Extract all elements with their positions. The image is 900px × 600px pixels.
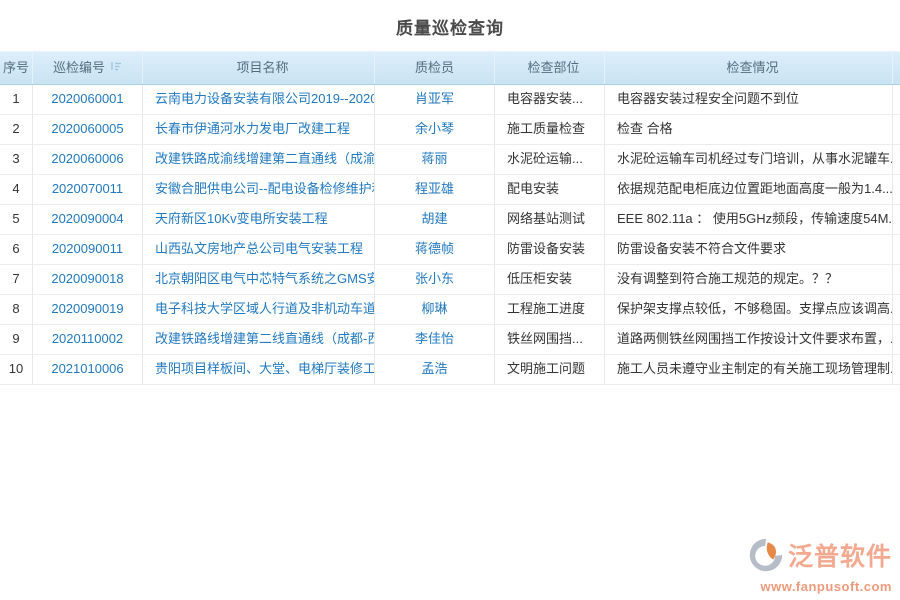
inspection-situation-cell: 电容器安装过程安全问题不到位 [605,85,893,114]
project-name-link[interactable]: 天府新区10Kv变电所安装工程 [143,205,375,234]
project-name-link[interactable]: 长春市伊通河水力发电厂改建工程 [143,115,375,144]
table-header-row: 序号 巡检编号 项目名称 质检员 检查部位 检查情况 [0,51,900,85]
project-name-link[interactable]: 安徽合肥供电公司--配电设备检修维护和 [143,175,375,204]
header-inspection-number[interactable]: 巡检编号 [33,52,143,84]
clipped-cell [893,295,900,324]
inspection-part-cell: 电容器安装... [495,85,605,114]
inspection-part-cell: 防雷设备安装 [495,235,605,264]
inspection-situation-cell: EEE 802.11a ： 使用5GHz频段，传输速度54M... [605,205,893,234]
table-row[interactable]: 9 2020110002 改建铁路线增建第二线直通线（成都-西 李佳怡 铁丝网围… [0,325,900,355]
inspection-situation-cell: 施工人员未遵守业主制定的有关施工现场管理制... [605,355,893,384]
inspection-part-cell: 网络基站测试 [495,205,605,234]
inspector-link[interactable]: 张小东 [375,265,495,294]
inspector-link[interactable]: 李佳怡 [375,325,495,354]
row-seq: 1 [0,85,33,114]
inspection-situation-cell: 检查 合格 [605,115,893,144]
inspection-number-link[interactable]: 2020070011 [33,175,143,204]
project-name-link[interactable]: 改建铁路线增建第二线直通线（成都-西 [143,325,375,354]
inspection-part-cell: 工程施工进度 [495,295,605,324]
table-row[interactable]: 3 2020060006 改建铁路成渝线增建第二直通线（成渝 蒋丽 水泥砼运输.… [0,145,900,175]
inspection-situation-cell: 防雷设备安装不符合文件要求 [605,235,893,264]
clipped-cell [893,325,900,354]
inspection-number-link[interactable]: 2020090004 [33,205,143,234]
row-seq: 7 [0,265,33,294]
row-seq: 5 [0,205,33,234]
inspection-situation-cell: 没有调整到符合施工规范的规定。？？ [605,265,893,294]
row-seq: 6 [0,235,33,264]
inspector-link[interactable]: 程亚雄 [375,175,495,204]
header-inspection-number-label: 巡检编号 [53,60,105,75]
inspector-link[interactable]: 蒋德帧 [375,235,495,264]
table-body: 1 2020060001 云南电力设备安装有限公司2019--2020 肖亚军 … [0,85,900,385]
header-inspection-part: 检查部位 [495,52,605,84]
page-title: 质量巡检查询 [0,0,900,51]
header-clipped-column [893,52,900,84]
inspection-number-link[interactable]: 2020090019 [33,295,143,324]
inspection-situation-cell: 水泥砼运输车司机经过专门培训，从事水泥罐车... [605,145,893,174]
inspection-part-cell: 施工质量检查 [495,115,605,144]
clipped-cell [893,235,900,264]
table-row[interactable]: 6 2020090011 山西弘文房地产总公司电气安装工程 蒋德帧 防雷设备安装… [0,235,900,265]
project-name-link[interactable]: 山西弘文房地产总公司电气安装工程 [143,235,375,264]
table-row[interactable]: 5 2020090004 天府新区10Kv变电所安装工程 胡建 网络基站测试 E… [0,205,900,235]
inspector-link[interactable]: 孟浩 [375,355,495,384]
table-row[interactable]: 2 2020060005 长春市伊通河水力发电厂改建工程 余小琴 施工质量检查 … [0,115,900,145]
clipped-cell [893,355,900,384]
clipped-cell [893,115,900,144]
project-name-link[interactable]: 贵阳项目样板间、大堂、电梯厅装修工 [143,355,375,384]
project-name-link[interactable]: 云南电力设备安装有限公司2019--2020 [143,85,375,114]
row-seq: 3 [0,145,33,174]
inspection-number-link[interactable]: 2020060005 [33,115,143,144]
inspection-situation-cell: 道路两侧铁丝网围挡工作按设计文件要求布置，... [605,325,893,354]
inspection-part-cell: 文明施工问题 [495,355,605,384]
table-row[interactable]: 4 2020070011 安徽合肥供电公司--配电设备检修维护和 程亚雄 配电安… [0,175,900,205]
clipped-cell [893,265,900,294]
header-seq: 序号 [0,52,33,84]
fanpu-logo-icon [748,537,784,578]
inspection-part-cell: 配电安装 [495,175,605,204]
project-name-link[interactable]: 改建铁路成渝线增建第二直通线（成渝 [143,145,375,174]
header-inspector: 质检员 [375,52,495,84]
clipped-cell [893,205,900,234]
inspector-link[interactable]: 肖亚军 [375,85,495,114]
project-name-link[interactable]: 电子科技大学区域人行道及非机动车道 [143,295,375,324]
fanpu-watermark-link[interactable]: 泛普软件 www.fanpusoft.com [748,537,892,594]
inspection-situation-cell: 保护架支撑点较低，不够稳固。支撑点应该调高... [605,295,893,324]
inspection-part-cell: 铁丝网围挡... [495,325,605,354]
header-project-name: 项目名称 [143,52,375,84]
clipped-cell [893,145,900,174]
inspection-number-link[interactable]: 2020110002 [33,325,143,354]
row-seq: 2 [0,115,33,144]
row-seq: 10 [0,355,33,384]
inspection-table: 序号 巡检编号 项目名称 质检员 检查部位 检查情况 1 2020060001 … [0,51,900,385]
inspection-number-link[interactable]: 2020090011 [33,235,143,264]
inspector-link[interactable]: 蒋丽 [375,145,495,174]
inspector-link[interactable]: 余小琴 [375,115,495,144]
row-seq: 4 [0,175,33,204]
row-seq: 8 [0,295,33,324]
inspector-link[interactable]: 胡建 [375,205,495,234]
table-row[interactable]: 8 2020090019 电子科技大学区域人行道及非机动车道 柳琳 工程施工进度… [0,295,900,325]
inspection-situation-cell: 依据规范配电柜底边位置距地面高度一般为1.4... [605,175,893,204]
inspection-number-link[interactable]: 2021010006 [33,355,143,384]
inspection-number-link[interactable]: 2020060006 [33,145,143,174]
row-seq: 9 [0,325,33,354]
project-name-link[interactable]: 北京朝阳区电气中芯特气系统之GMS安 [143,265,375,294]
fanpu-url-text: www.fanpusoft.com [748,579,892,594]
table-row[interactable]: 1 2020060001 云南电力设备安装有限公司2019--2020 肖亚军 … [0,85,900,115]
fanpu-brand-text: 泛普软件 [788,544,892,570]
clipped-cell [893,175,900,204]
inspection-number-link[interactable]: 2020060001 [33,85,143,114]
inspection-part-cell: 低压柜安装 [495,265,605,294]
table-row[interactable]: 10 2021010006 贵阳项目样板间、大堂、电梯厅装修工 孟浩 文明施工问… [0,355,900,385]
clipped-cell [893,85,900,114]
inspection-number-link[interactable]: 2020090018 [33,265,143,294]
inspection-part-cell: 水泥砼运输... [495,145,605,174]
inspector-link[interactable]: 柳琳 [375,295,495,324]
header-inspection-situation: 检查情况 [605,52,893,84]
table-row[interactable]: 7 2020090018 北京朝阳区电气中芯特气系统之GMS安 张小东 低压柜安… [0,265,900,295]
sort-icon[interactable] [110,52,122,83]
